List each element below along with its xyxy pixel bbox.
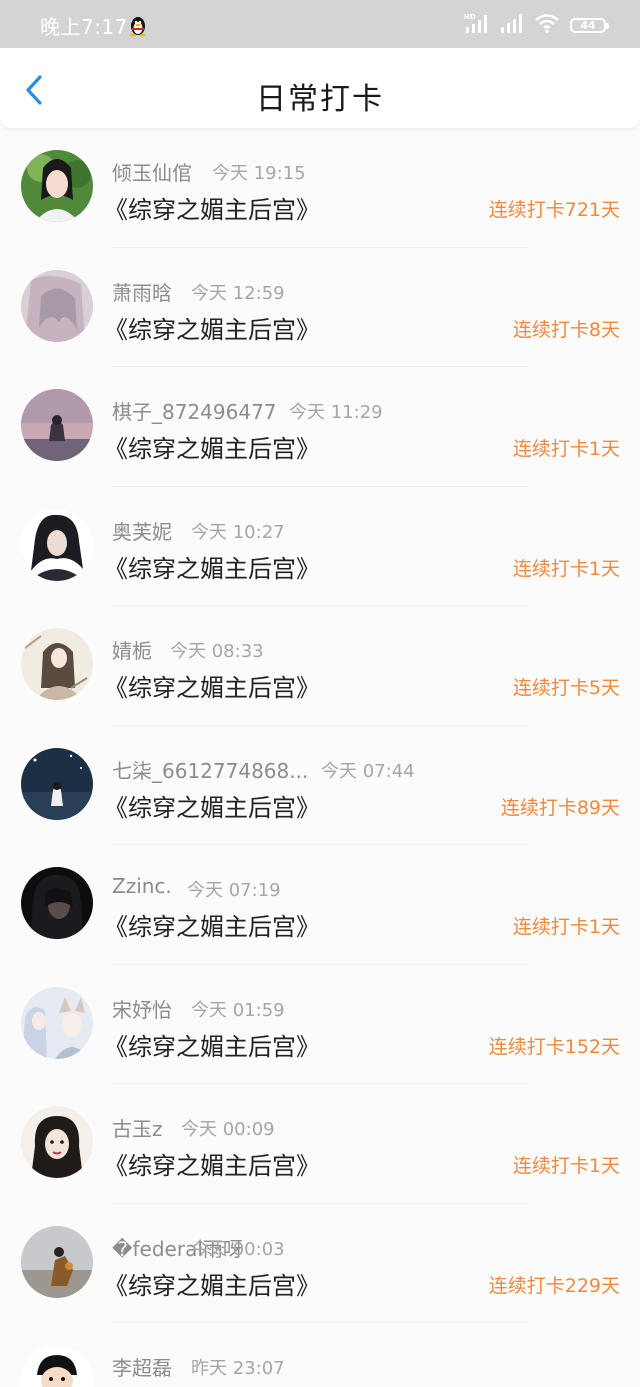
avatar[interactable] [21, 389, 93, 461]
checkin-time: 今天 11:29 [289, 402, 383, 423]
avatar[interactable] [21, 1106, 93, 1178]
checkin-time: 今天 00:09 [181, 1119, 275, 1140]
checkin-time: 今天 07:44 [321, 760, 415, 782]
book-title[interactable]: 《综穿之媚主后宫》 [104, 1027, 320, 1062]
battery-indicator: 44 [570, 17, 609, 33]
checkin-time: 今天 08:33 [170, 641, 264, 662]
checkin-row[interactable]: 七柒_6612774868... 今天 07:44 《综穿之媚主后宫》 连续打卡… [0, 726, 640, 846]
checkin-row[interactable]: 宋妤怡 今天 01:59 《综穿之媚主后宫》 连续打卡152天 [0, 965, 640, 1085]
book-title[interactable]: 《综穿之媚主后宫》 [104, 429, 320, 464]
avatar[interactable] [21, 986, 93, 1059]
avatar[interactable] [21, 628, 93, 700]
streak-count: 连续打卡152天 [488, 1035, 620, 1058]
cellular-signal-hd-icon: HD [464, 12, 490, 38]
book-title[interactable]: 《综穿之媚主后宫》 [104, 907, 320, 942]
book-title[interactable]: 《综穿之媚主后宫》 [104, 788, 320, 823]
book-title[interactable]: 《综穿之媚主后宫》 [104, 310, 320, 345]
avatar[interactable] [21, 1345, 93, 1387]
avatar[interactable] [21, 1225, 93, 1298]
checkin-row[interactable]: 萧雨晗 今天 12:59 《综穿之媚主后宫》 连续打卡8天 [0, 248, 640, 368]
checkin-list: 倾玉仙倌 今天 19:15 《综穿之媚主后宫》 连续打卡721天 萧雨晗 今天 … [0, 128, 640, 1387]
cellular-signal-icon [500, 13, 524, 37]
status-time: 晚上7:17 [40, 15, 128, 39]
checkin-time: 昨天 23:07 [191, 1358, 285, 1379]
checkin-time: 今天 07:19 [187, 880, 281, 901]
avatar[interactable] [21, 747, 93, 820]
avatar[interactable] [21, 150, 93, 222]
streak-count: 连续打卡721天 [488, 199, 620, 221]
avatar[interactable] [21, 867, 93, 939]
checkin-page: 晚上7:17 HD 44 日常打卡 倾玉仙倌 今天 19:15 《综穿之媚主后宫… [0, 0, 640, 1387]
checkin-row[interactable]: 李超磊 昨天 23:07 [0, 1323, 640, 1387]
checkin-time: 今天 10:27 [191, 521, 285, 543]
streak-count: 连续打卡89天 [500, 796, 620, 819]
status-bar: 晚上7:17 HD 44 [0, 0, 640, 48]
checkin-row[interactable]: 古玉z 今天 00:09 《综穿之媚主后宫》 连续打卡1天 [0, 1084, 640, 1204]
checkin-time: 今天 19:15 [212, 163, 306, 184]
user-name: 棋子_872496477 [112, 400, 277, 424]
user-name: 萧雨晗 [112, 280, 172, 305]
streak-count: 连续打卡5天 [512, 677, 620, 699]
book-title[interactable]: 《综穿之媚主后宫》 [104, 549, 320, 584]
user-name: 倾玉仙倌 [112, 161, 192, 185]
navigation-header: 日常打卡 [0, 48, 640, 128]
user-name: 李超磊 [112, 1356, 172, 1380]
user-name: 婧栀 [112, 639, 152, 663]
book-title[interactable]: 《综穿之媚主后宫》 [104, 1266, 320, 1301]
avatar[interactable] [21, 269, 93, 342]
book-title[interactable]: 《综穿之媚主后宫》 [104, 668, 320, 703]
checkin-row[interactable]: 棋子_872496477 今天 11:29 《综穿之媚主后宫》 连续打卡1天 [0, 367, 640, 487]
status-indicators: HD 44 [464, 12, 609, 38]
checkin-row[interactable]: Zzinc. 今天 07:19 《综穿之媚主后宫》 连续打卡1天 [0, 845, 640, 965]
user-name: 宋妤怡 [112, 997, 172, 1022]
checkin-row[interactable]: 婧栀 今天 08:33 《综穿之媚主后宫》 连续打卡5天 [0, 606, 640, 726]
checkin-time: 今天 12:59 [191, 282, 285, 304]
book-title[interactable]: 《综穿之媚主后宫》 [104, 190, 320, 225]
user-name: 奥芙妮 [112, 519, 172, 544]
checkin-row[interactable]: 奥芙妮 今天 10:27 《综穿之媚主后宫》 连续打卡1天 [0, 487, 640, 607]
streak-count: 连续打卡1天 [512, 1155, 620, 1177]
qq-penguin-icon [128, 15, 148, 37]
streak-count: 连续打卡1天 [512, 916, 620, 938]
checkin-time: 今天 00:03 [191, 1238, 285, 1260]
streak-count: 连续打卡1天 [512, 438, 620, 460]
svg-text:HD: HD [464, 13, 476, 21]
checkin-time: 今天 01:59 [191, 999, 285, 1021]
wifi-icon [534, 13, 560, 37]
user-name: 七柒_6612774868... [112, 758, 309, 783]
avatar[interactable] [21, 508, 93, 581]
streak-count: 连续打卡1天 [512, 557, 620, 580]
streak-count: 连续打卡8天 [512, 318, 620, 341]
book-title[interactable]: 《综穿之媚主后宫》 [104, 1146, 320, 1181]
streak-count: 连续打卡229天 [488, 1274, 620, 1297]
checkin-row[interactable]: 倾玉仙倌 今天 19:15 《综穿之媚主后宫》 连续打卡721天 [0, 128, 640, 248]
user-name: Zzinc. [112, 874, 172, 898]
checkin-row[interactable]: �federal雨呀 今天 00:03 《综穿之媚主后宫》 连续打卡229天 [0, 1204, 640, 1324]
user-name: 古玉z [112, 1117, 163, 1141]
page-title: 日常打卡 [256, 82, 384, 117]
